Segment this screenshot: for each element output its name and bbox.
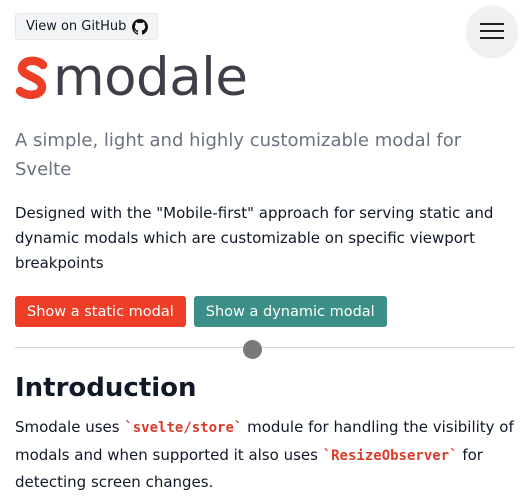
tagline: A simple, light and highly customizable … (15, 130, 462, 180)
github-icon (132, 18, 149, 35)
svelte-store-code: `svelte/store` (124, 420, 243, 436)
show-dynamic-modal-button[interactable]: Show a dynamic modal (193, 296, 387, 327)
modal-actions: Show a static modal Show a dynamic modal (15, 296, 387, 327)
menu-line (480, 37, 504, 39)
github-link-button[interactable]: View on GitHub (15, 13, 159, 40)
introduction-heading: Introduction (15, 373, 197, 403)
logo-text: modale (53, 47, 248, 108)
resize-observer-code: `ResizeObserver` (322, 447, 458, 464)
section-divider (15, 347, 515, 348)
menu-line (480, 23, 504, 25)
intro-text: Smodale uses (15, 418, 125, 436)
show-static-modal-button[interactable]: Show a static modal (15, 296, 186, 327)
description: Designed with the "Mobile-first" approac… (15, 204, 494, 272)
divider-dot (243, 340, 262, 359)
hamburger-menu-icon[interactable] (467, 6, 517, 56)
menu-line (480, 30, 504, 32)
github-link-label: View on GitHub (26, 19, 127, 34)
introduction-paragraph: Smodale uses `svelte/store` module for h… (15, 414, 520, 496)
svelte-s-icon (14, 56, 50, 100)
logo: modale (14, 50, 248, 106)
